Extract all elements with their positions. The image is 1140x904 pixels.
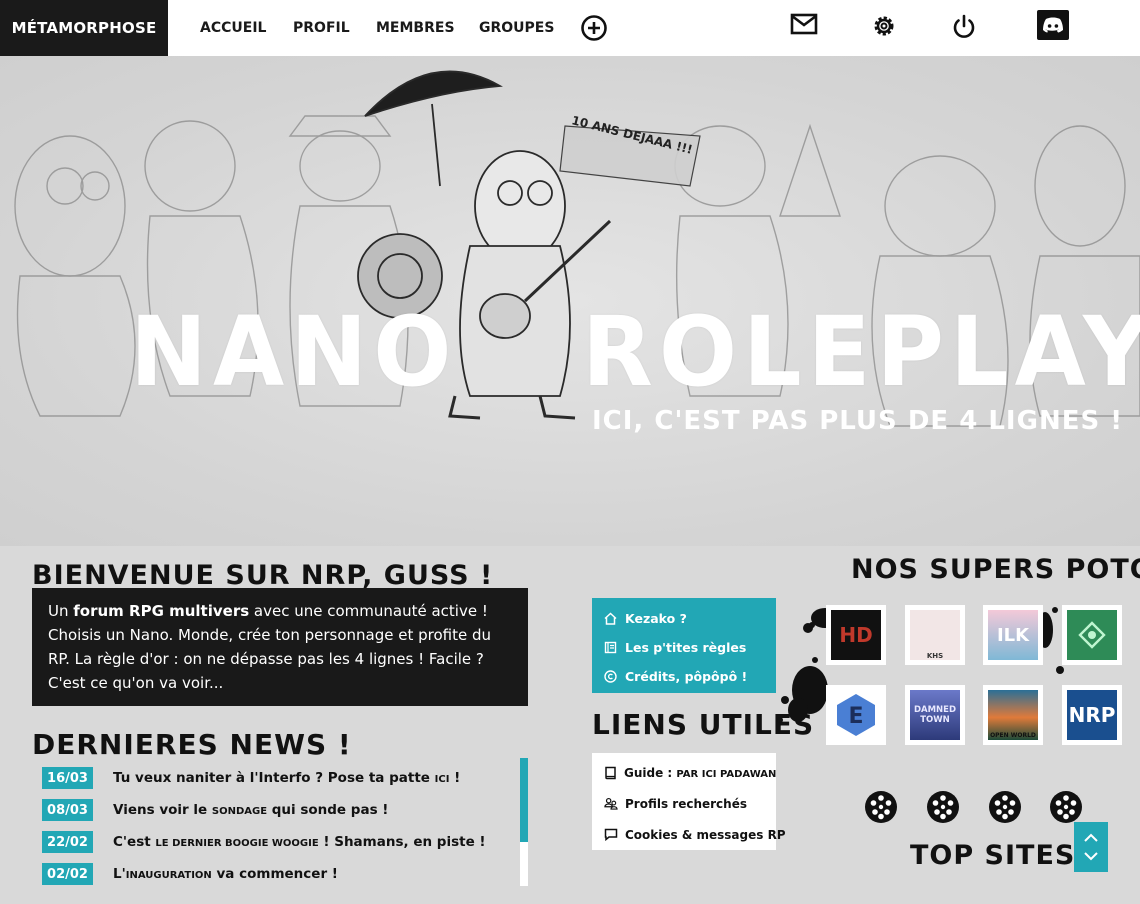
link-label: Guide : PAR ICI PADAWAN bbox=[624, 766, 776, 780]
mail-icon[interactable] bbox=[788, 8, 820, 40]
link-label: Cookies & messages RP bbox=[625, 827, 786, 842]
vote-button[interactable] bbox=[1048, 789, 1084, 825]
partner-logo[interactable]: HD bbox=[826, 605, 886, 665]
scroll-up-icon[interactable] bbox=[1083, 832, 1099, 844]
news-text-part: Viens voir le bbox=[113, 802, 212, 818]
partner-logo[interactable]: KHS bbox=[905, 605, 965, 665]
news-text-part: qui sonde pas ! bbox=[267, 802, 389, 818]
news-text: Tu veux naniter à l'Interfo ? Pose ta pa… bbox=[113, 770, 460, 786]
link-profils[interactable]: Profils recherchés bbox=[592, 788, 776, 819]
menu-item-label: Les p'tites règles bbox=[625, 640, 747, 655]
partner-logo-image: NRP bbox=[1067, 690, 1117, 740]
news-text: Viens voir le SONDAGE qui sonde pas ! bbox=[113, 802, 388, 818]
book-icon bbox=[604, 641, 618, 654]
news-text-part: L' bbox=[113, 866, 126, 882]
scroll-buttons bbox=[1074, 822, 1108, 872]
news-link[interactable]: LE DERNIER BOOGIE WOOGIE bbox=[155, 838, 318, 849]
hero-subtitle: ICI, C'EST PAS PLUS DE 4 LIGNES ! bbox=[592, 406, 1124, 436]
nav-link-profil[interactable]: PROFIL bbox=[293, 20, 350, 36]
partners-title: NOS SUPERS POTOS bbox=[851, 554, 1140, 585]
home-icon bbox=[604, 612, 618, 625]
vote-button[interactable] bbox=[925, 789, 961, 825]
link-label-text: Guide : bbox=[624, 765, 677, 780]
news-date: 08/03 bbox=[42, 799, 93, 821]
news-item: 02/02 L'INAUGURATION va commencer ! bbox=[42, 858, 512, 890]
link-cookies[interactable]: Cookies & messages RP bbox=[592, 819, 786, 850]
news-text-part: va commencer ! bbox=[211, 866, 338, 882]
news-scrollbar-thumb[interactable] bbox=[520, 758, 528, 842]
scroll-down-icon[interactable] bbox=[1083, 850, 1099, 862]
partner-logo-image bbox=[1067, 610, 1117, 660]
partner-logo[interactable]: NRP bbox=[1062, 685, 1122, 745]
partner-logo-image: HD bbox=[831, 610, 881, 660]
topsites-title: TOP SITES bbox=[910, 840, 1076, 871]
news-item: 08/03 Viens voir le SONDAGE qui sonde pa… bbox=[42, 794, 512, 826]
partner-logo[interactable]: E bbox=[826, 685, 886, 745]
menu-item-kezako[interactable]: Kezako ? bbox=[592, 604, 776, 633]
copyright-icon bbox=[604, 670, 618, 683]
partner-logo-image: E bbox=[831, 690, 881, 740]
hero-banner: 10 ANS DEJAAA !!! NANO ROLEPLAY ICI, C'E… bbox=[0, 56, 1140, 546]
top-navbar: MÉTAMORPHOSE ACCUEIL PROFIL MEMBRES GROU… bbox=[0, 0, 1140, 56]
partner-logo-image: OPEN WORLD bbox=[988, 690, 1038, 740]
news-text: C'est LE DERNIER BOOGIE WOOGIE ! Shamans… bbox=[113, 834, 486, 850]
news-text: L'INAUGURATION va commencer ! bbox=[113, 866, 338, 882]
news-date: 02/02 bbox=[42, 863, 93, 885]
partner-logo[interactable]: OPEN WORLD bbox=[983, 685, 1043, 745]
hero-title-nano: NANO bbox=[130, 296, 458, 409]
partner-logo-image: DAMNED TOWN bbox=[910, 690, 960, 740]
users-icon bbox=[604, 797, 618, 810]
news-link[interactable]: ICI bbox=[435, 774, 450, 785]
menu-item-regles[interactable]: Les p'tites règles bbox=[592, 633, 776, 662]
partner-logo[interactable]: ILK bbox=[983, 605, 1043, 665]
vote-button[interactable] bbox=[987, 789, 1023, 825]
power-icon[interactable] bbox=[948, 10, 980, 42]
news-text-part: C'est bbox=[113, 834, 156, 850]
add-circle-icon[interactable] bbox=[578, 12, 610, 44]
nav-link-accueil[interactable]: ACCUEIL bbox=[200, 20, 266, 36]
partner-logo-image: KHS bbox=[910, 610, 960, 660]
link-label-small: PAR ICI PADAWAN bbox=[676, 768, 777, 780]
book-icon bbox=[604, 766, 617, 780]
partner-logo[interactable] bbox=[1062, 605, 1122, 665]
partner-logo-image: ILK bbox=[988, 610, 1038, 660]
welcome-title: BIENVENUE SUR NRP, GUSS ! bbox=[32, 560, 494, 591]
news-item: 22/02 C'est LE DERNIER BOOGIE WOOGIE ! S… bbox=[42, 826, 512, 858]
news-date: 22/02 bbox=[42, 831, 93, 853]
menu-item-label: Kezako ? bbox=[625, 611, 687, 626]
welcome-text-prefix: Un bbox=[48, 602, 74, 620]
link-guide[interactable]: Guide : PAR ICI PADAWAN bbox=[592, 757, 776, 788]
news-list: 16/03 Tu veux naniter à l'Interfo ? Pose… bbox=[42, 762, 512, 890]
news-scrollbar[interactable] bbox=[520, 758, 528, 886]
nav-link-membres[interactable]: MEMBRES bbox=[376, 20, 455, 36]
welcome-text-bold[interactable]: forum RPG multivers bbox=[73, 602, 249, 620]
gear-icon[interactable] bbox=[868, 10, 900, 42]
chat-icon bbox=[604, 828, 618, 841]
partner-logo[interactable]: DAMNED TOWN bbox=[905, 685, 965, 745]
discord-icon[interactable] bbox=[1037, 10, 1069, 40]
news-text-part: ! bbox=[449, 770, 461, 786]
news-title: DERNIERES NEWS ! bbox=[32, 728, 352, 761]
info-menu: Kezako ? Les p'tites règles Crédits, pôp… bbox=[592, 598, 776, 693]
menu-item-credits[interactable]: Crédits, pôpôpô ! bbox=[592, 662, 776, 691]
news-text-part: ! Shamans, en piste ! bbox=[318, 834, 486, 850]
vote-button[interactable] bbox=[863, 789, 899, 825]
menu-item-label: Crédits, pôpôpô ! bbox=[625, 669, 748, 684]
news-text-part: Tu veux naniter à l'Interfo ? Pose ta pa… bbox=[113, 770, 435, 786]
news-link[interactable]: SONDAGE bbox=[212, 806, 267, 817]
nav-link-groupes[interactable]: GROUPES bbox=[479, 20, 554, 36]
hero-title-roleplay: ROLEPLAY bbox=[582, 296, 1140, 409]
welcome-box: Un forum RPG multivers avec une communau… bbox=[32, 588, 528, 706]
news-item: 16/03 Tu veux naniter à l'Interfo ? Pose… bbox=[42, 762, 512, 794]
news-date: 16/03 bbox=[42, 767, 93, 789]
useful-links-menu: Guide : PAR ICI PADAWAN Profils recherch… bbox=[592, 753, 786, 850]
news-link[interactable]: INAUGURATION bbox=[126, 870, 212, 881]
brand-link[interactable]: MÉTAMORPHOSE bbox=[0, 0, 168, 56]
link-label: Profils recherchés bbox=[625, 796, 747, 811]
partner-logo-text: E bbox=[848, 704, 863, 729]
